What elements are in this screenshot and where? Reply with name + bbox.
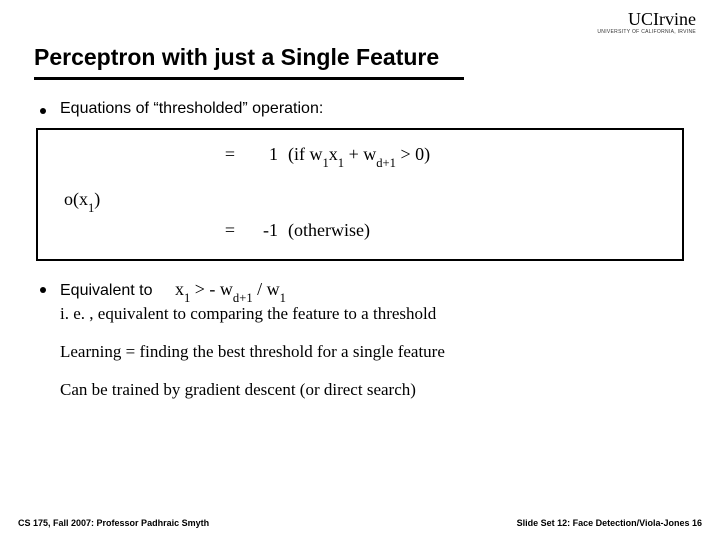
inequality: x1 > - wd+1 / w1 bbox=[175, 279, 286, 299]
page-title: Perceptron with just a Single Feature bbox=[34, 44, 686, 71]
bullet-equivalent: Equivalent to x1 > - wd+1 / w1 bbox=[40, 279, 686, 300]
equation-row-2: o(x1) bbox=[46, 189, 674, 210]
equation-condition-2: (otherwise) bbox=[288, 220, 674, 241]
footer-right: Slide Set 12: Face Detection/Viola-Jones… bbox=[517, 518, 702, 528]
logo: UCIrvine UNIVERSITY OF CALIFORNIA, IRVIN… bbox=[597, 10, 696, 35]
footer: CS 175, Fall 2007: Professor Padhraic Sm… bbox=[18, 518, 702, 528]
bullet-equivalent-content: Equivalent to x1 > - wd+1 / w1 bbox=[60, 279, 286, 300]
line-training: Can be trained by gradient descent (or d… bbox=[60, 380, 686, 400]
line-ie: i. e. , equivalent to comparing the feat… bbox=[60, 304, 686, 324]
ineq-sub3: 1 bbox=[280, 291, 286, 305]
ineq-gt: > - bbox=[190, 279, 220, 299]
equation-row-1: = 1 (if w1x1 + wd+1 > 0) bbox=[46, 144, 674, 165]
logo-sub: UNIVERSITY OF CALIFORNIA, IRVINE bbox=[597, 30, 696, 35]
equals-sign: = bbox=[216, 144, 244, 165]
cond1-sub2: 1 bbox=[338, 156, 344, 170]
ineq-div: / w bbox=[253, 279, 280, 299]
equation-value-1: 1 bbox=[244, 144, 288, 165]
slide: UCIrvine UNIVERSITY OF CALIFORNIA, IRVIN… bbox=[0, 0, 720, 540]
ineq-x: x bbox=[175, 279, 184, 299]
cond1-sub3: d+1 bbox=[376, 156, 396, 170]
equation-row-3: = -1 (otherwise) bbox=[46, 220, 674, 241]
cond1-prefix: (if w bbox=[288, 144, 323, 164]
equation-function-label: o(x1) bbox=[46, 189, 216, 210]
cond1-w: w bbox=[363, 144, 376, 164]
equation-box: = 1 (if w1x1 + wd+1 > 0) o(x1) = -1 (oth… bbox=[36, 128, 684, 261]
cond1-suffix: > 0) bbox=[396, 144, 430, 164]
equals-sign-2: = bbox=[216, 220, 244, 241]
title-underline bbox=[34, 77, 464, 80]
ineq-sub1: 1 bbox=[184, 291, 190, 305]
footer-left: CS 175, Fall 2007: Professor Padhraic Sm… bbox=[18, 518, 209, 528]
fn-close: ) bbox=[94, 189, 100, 209]
logo-main: UCIrvine bbox=[597, 10, 696, 28]
cond1-x: x bbox=[329, 144, 338, 164]
bullet-equations-text: Equations of “thresholded” operation: bbox=[60, 100, 323, 118]
equivalent-label: Equivalent to bbox=[60, 282, 153, 299]
line-learning: Learning = finding the best threshold fo… bbox=[60, 342, 686, 362]
cond1-plus: + bbox=[344, 144, 363, 164]
bullet-icon bbox=[40, 287, 46, 293]
equation-value-2: -1 bbox=[244, 220, 288, 241]
fn-sub: 1 bbox=[88, 201, 94, 215]
ineq-sub2: d+1 bbox=[233, 291, 253, 305]
bullet-equations: Equations of “thresholded” operation: bbox=[40, 100, 686, 118]
cond1-sub1: 1 bbox=[323, 156, 329, 170]
equation-condition-1: (if w1x1 + wd+1 > 0) bbox=[288, 144, 674, 165]
fn-o: o(x bbox=[64, 189, 88, 209]
ineq-w: w bbox=[220, 279, 233, 299]
bullet-icon bbox=[40, 108, 46, 114]
